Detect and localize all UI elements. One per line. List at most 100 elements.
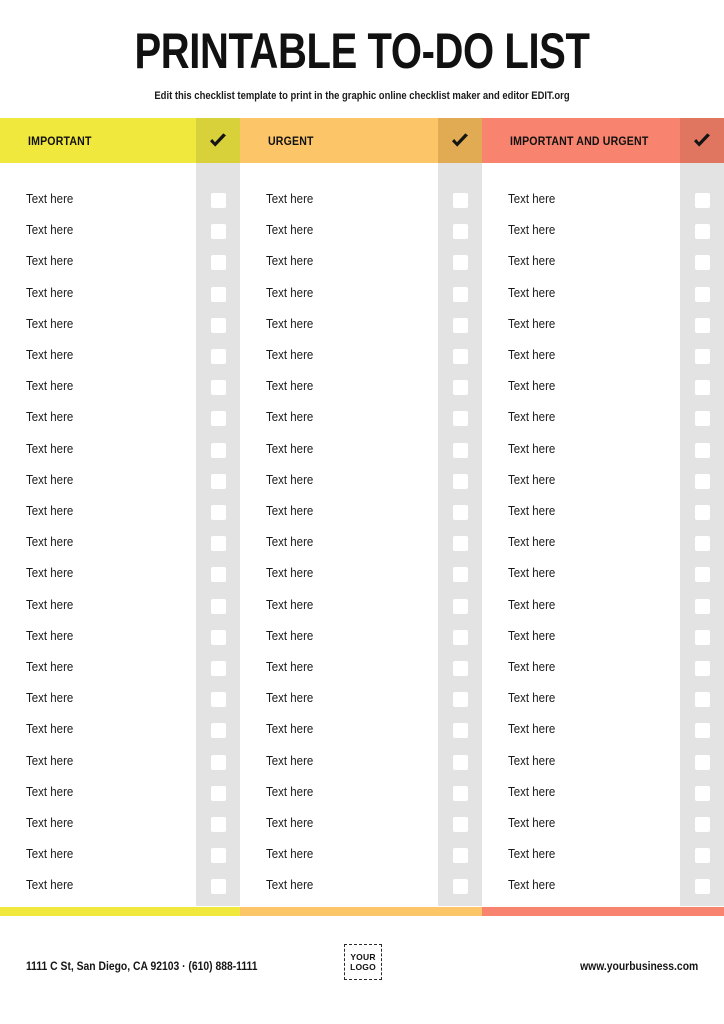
task-row-label[interactable]: Text here [266, 348, 313, 362]
task-checkbox[interactable] [694, 317, 710, 333]
task-row-label[interactable]: Text here [508, 598, 555, 612]
task-row-label[interactable]: Text here [266, 660, 313, 674]
task-checkbox[interactable] [210, 349, 226, 364]
task-row-label[interactable]: Text here [26, 722, 73, 736]
task-row-label[interactable]: Text here [26, 816, 73, 830]
task-checkbox[interactable] [452, 785, 468, 801]
task-checkbox[interactable] [210, 411, 226, 427]
task-checkbox[interactable] [694, 629, 710, 645]
task-checkbox[interactable] [452, 286, 468, 302]
task-checkbox[interactable] [452, 848, 468, 864]
task-row-label[interactable]: Text here [266, 754, 313, 768]
task-row-label[interactable]: Text here [26, 754, 73, 768]
task-row-label[interactable]: Text here [508, 566, 555, 580]
task-checkbox[interactable] [210, 286, 226, 302]
task-row-label[interactable]: Text here [26, 660, 73, 674]
task-checkbox[interactable] [210, 723, 226, 739]
task-checkbox[interactable] [210, 473, 226, 489]
task-checkbox[interactable] [452, 473, 468, 489]
task-checkbox[interactable] [210, 661, 226, 676]
task-row-label[interactable]: Text here [508, 223, 555, 237]
task-checkbox[interactable] [694, 754, 710, 770]
task-checkbox[interactable] [694, 723, 710, 739]
task-checkbox[interactable] [210, 380, 226, 396]
task-row-label[interactable]: Text here [26, 442, 73, 456]
task-row-label[interactable]: Text here [26, 317, 73, 331]
task-row-label[interactable]: Text here [266, 223, 313, 237]
task-row-label[interactable]: Text here [26, 473, 73, 487]
task-row-label[interactable]: Text here [26, 223, 73, 237]
task-row-label[interactable]: Text here [266, 691, 313, 705]
task-checkbox[interactable] [452, 723, 468, 739]
task-row-label[interactable]: Text here [26, 878, 73, 892]
task-row-label[interactable]: Text here [266, 816, 313, 830]
task-row-label[interactable]: Text here [508, 691, 555, 705]
task-checkbox[interactable] [452, 567, 468, 583]
task-checkbox[interactable] [452, 754, 468, 770]
task-checkbox[interactable] [210, 598, 226, 614]
task-row-label[interactable]: Text here [508, 816, 555, 830]
task-checkbox[interactable] [452, 692, 468, 708]
task-checkbox[interactable] [452, 224, 468, 240]
task-checkbox[interactable] [694, 661, 710, 676]
task-checkbox[interactable] [694, 879, 710, 895]
task-row-label[interactable]: Text here [508, 785, 555, 799]
task-checkbox[interactable] [694, 473, 710, 489]
task-row-label[interactable]: Text here [508, 348, 555, 362]
task-row-label[interactable]: Text here [508, 192, 555, 206]
task-row-label[interactable]: Text here [508, 660, 555, 674]
task-row-label[interactable]: Text here [26, 598, 73, 612]
task-row-label[interactable]: Text here [508, 878, 555, 892]
task-row-label[interactable]: Text here [266, 410, 313, 424]
task-row-label[interactable]: Text here [26, 286, 73, 300]
task-checkbox[interactable] [210, 317, 226, 333]
task-row-label[interactable]: Text here [266, 192, 313, 206]
task-row-label[interactable]: Text here [266, 878, 313, 892]
task-row-label[interactable]: Text here [508, 504, 555, 518]
task-row-label[interactable]: Text here [266, 598, 313, 612]
task-row-label[interactable]: Text here [266, 379, 313, 393]
task-row-label[interactable]: Text here [266, 442, 313, 456]
task-row-label[interactable]: Text here [26, 192, 73, 206]
task-checkbox[interactable] [694, 817, 710, 832]
task-checkbox[interactable] [452, 879, 468, 895]
task-row-label[interactable]: Text here [26, 691, 73, 705]
task-row-label[interactable]: Text here [266, 286, 313, 300]
task-checkbox[interactable] [694, 255, 710, 271]
task-checkbox[interactable] [210, 817, 226, 832]
task-row-label[interactable]: Text here [26, 254, 73, 268]
task-checkbox[interactable] [694, 785, 710, 801]
task-checkbox[interactable] [452, 442, 468, 458]
task-row-label[interactable]: Text here [508, 379, 555, 393]
task-checkbox[interactable] [452, 317, 468, 333]
task-checkbox[interactable] [452, 629, 468, 645]
task-checkbox[interactable] [452, 598, 468, 614]
task-row-label[interactable]: Text here [266, 629, 313, 643]
task-row-label[interactable]: Text here [266, 847, 313, 861]
task-checkbox[interactable] [452, 661, 468, 676]
task-checkbox[interactable] [210, 442, 226, 458]
task-row-label[interactable]: Text here [266, 785, 313, 799]
task-row-label[interactable]: Text here [26, 847, 73, 861]
task-row-label[interactable]: Text here [508, 754, 555, 768]
task-row-label[interactable]: Text here [508, 410, 555, 424]
task-checkbox[interactable] [694, 442, 710, 458]
task-checkbox[interactable] [694, 411, 710, 427]
task-row-label[interactable]: Text here [266, 317, 313, 331]
task-row-label[interactable]: Text here [266, 473, 313, 487]
task-row-label[interactable]: Text here [508, 442, 555, 456]
task-row-label[interactable]: Text here [508, 317, 555, 331]
task-checkbox[interactable] [210, 536, 226, 552]
task-checkbox[interactable] [694, 349, 710, 364]
task-checkbox[interactable] [452, 349, 468, 364]
task-row-label[interactable]: Text here [508, 629, 555, 643]
task-row-label[interactable]: Text here [26, 629, 73, 643]
task-row-label[interactable]: Text here [508, 286, 555, 300]
task-checkbox[interactable] [210, 567, 226, 583]
task-checkbox[interactable] [210, 692, 226, 708]
task-checkbox[interactable] [210, 754, 226, 770]
task-checkbox[interactable] [452, 255, 468, 271]
task-row-label[interactable]: Text here [26, 379, 73, 393]
task-checkbox[interactable] [452, 380, 468, 396]
task-row-label[interactable]: Text here [508, 535, 555, 549]
